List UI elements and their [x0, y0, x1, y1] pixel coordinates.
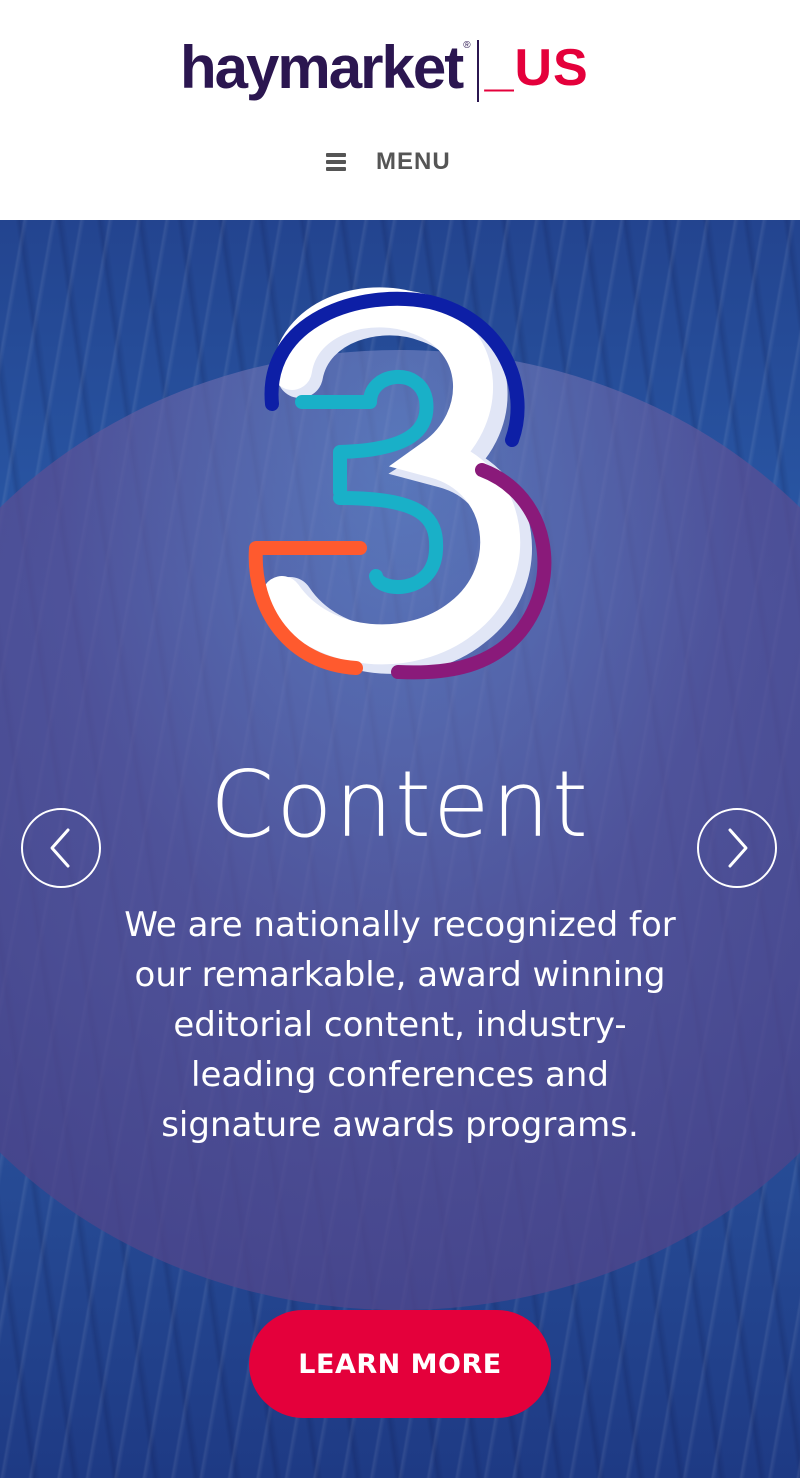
three-middle-stroke [295, 369, 444, 594]
slide-description: We are nationally recognized for our rem… [124, 905, 676, 1145]
chevron-left-icon [50, 828, 70, 868]
logo-registered-mark: ® [463, 40, 471, 51]
number-three-graphic [248, 287, 552, 680]
chevron-right-icon [728, 828, 748, 868]
haymarket-us-logo[interactable]: haymarket ® _US [180, 30, 589, 120]
hero-carousel: Content We are nationally recognized for… [0, 220, 800, 1478]
logo-divider [476, 40, 479, 102]
learn-more-button[interactable]: LEARN MORE [249, 1310, 551, 1418]
slide-title: Content [210, 751, 590, 858]
logo-region: _US [484, 39, 589, 97]
carousel-next-button[interactable] [697, 808, 777, 888]
menu-label: MENU [376, 148, 451, 175]
logo-wordmark: haymarket [180, 34, 464, 101]
hamburger-icon [326, 153, 346, 171]
carousel-prev-button[interactable] [21, 808, 101, 888]
three-white-stroke [262, 287, 521, 665]
menu-button[interactable]: MENU [326, 144, 451, 180]
site-header: haymarket ® _US MENU [0, 0, 800, 220]
